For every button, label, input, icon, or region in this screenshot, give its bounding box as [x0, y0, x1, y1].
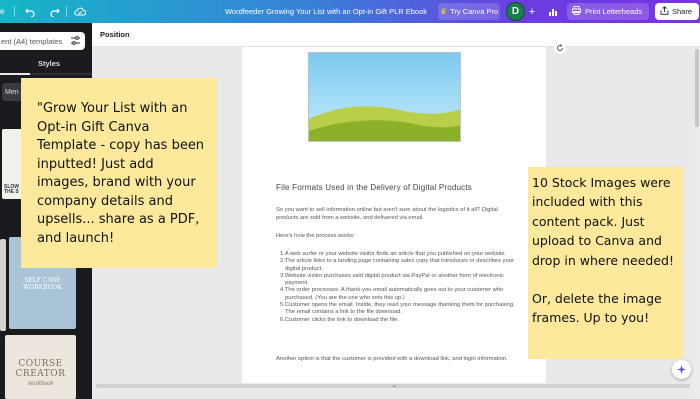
- list-item: 4.The order processes. A thank-you email…: [280, 287, 504, 301]
- image-placeholder[interactable]: [308, 52, 461, 142]
- top-bar: e Wordfeeder Growing Your List with an O…: [0, 0, 700, 23]
- share-label: Share: [672, 7, 693, 16]
- closing-paragraph: Another option is that the customer is p…: [276, 356, 508, 362]
- page-heading: File Formats Used in the Delivery of Dig…: [276, 183, 472, 192]
- cloud-sync-icon[interactable]: [74, 0, 86, 23]
- template-thumbnail-text: SELF CARE WORKBOOK: [23, 277, 62, 291]
- document-page[interactable]: File Formats Used in the Delivery of Dig…: [242, 47, 546, 383]
- template-thumbnail-text: SLOW THE S: [4, 184, 19, 195]
- template-thumbnail[interactable]: SLOW THE S: [2, 129, 22, 199]
- print-letterheads-button[interactable]: Print Letterheads: [567, 3, 649, 20]
- note-text: "Grow Your List with an Opt-in Gift Canv…: [37, 101, 205, 246]
- template-thumbnail-subtitle: workbook: [27, 381, 54, 387]
- position-button[interactable]: Position: [100, 30, 130, 39]
- intro-paragraph: So you want to sell information online b…: [276, 207, 498, 221]
- print-label: Print Letterheads: [585, 7, 643, 16]
- instruction-note-left: "Grow Your List with an Opt-in Gift Canv…: [21, 78, 217, 268]
- template-search-input[interactable]: ent (A4) templates: [0, 32, 85, 50]
- filter-icon[interactable]: [70, 35, 81, 48]
- document-title[interactable]: Wordfeeder Growing Your List with an Opt…: [195, 0, 457, 23]
- divider: [14, 6, 15, 17]
- redo-icon[interactable]: [50, 0, 60, 23]
- list-item: 6.Customer clicks the link to download t…: [280, 316, 399, 323]
- rotate-icon[interactable]: [554, 42, 566, 54]
- note-text: Or, delete the image frames. Up to you!: [532, 291, 662, 326]
- add-collaborator-icon[interactable]: +: [527, 0, 537, 23]
- chevron-up-icon[interactable]: ⌃: [392, 385, 397, 392]
- crown-icon: ♛: [439, 7, 448, 16]
- file-menu[interactable]: e: [0, 0, 8, 23]
- analytics-icon[interactable]: [544, 0, 562, 23]
- editor-toolbar: Position: [92, 23, 700, 47]
- share-icon: [660, 6, 669, 17]
- list-item: 3.Website visitor purchases said digital…: [280, 272, 504, 287]
- instruction-note-right: 10 Stock Images were included with this …: [528, 167, 683, 359]
- steps-list: 1.A web surfer or your website visitor f…: [280, 251, 520, 324]
- list-item: 5.Customer opens the email. Inside, they…: [280, 302, 515, 316]
- template-thumbnail[interactable]: [0, 239, 6, 331]
- avatar[interactable]: D: [506, 2, 525, 21]
- undo-icon[interactable]: [25, 0, 35, 23]
- note-text: 10 Stock Images were included with this …: [532, 175, 674, 268]
- try-pro-label: Try Canva Pro: [450, 7, 499, 16]
- list-item: 2.The article links to a landing page co…: [280, 258, 514, 272]
- magic-sparkle-icon[interactable]: [672, 360, 691, 379]
- vertical-scrollbar[interactable]: [694, 47, 700, 399]
- search-placeholder: ent (A4) templates: [1, 36, 63, 46]
- tab-styles[interactable]: Styles: [38, 59, 60, 68]
- share-button[interactable]: Share: [655, 3, 699, 20]
- template-thumbnail-title: COURSE CREATOR: [15, 359, 66, 379]
- list-item: 1.A web surfer or your website visitor f…: [280, 251, 507, 257]
- tab-indicator: [0, 73, 92, 75]
- divider: [66, 6, 67, 17]
- printer-icon: [572, 6, 581, 17]
- process-intro: Here's how the process works:: [276, 233, 355, 239]
- template-thumbnail[interactable]: COURSE CREATOR workbook: [5, 335, 76, 399]
- try-canva-pro-button[interactable]: ♛ Try Canva Pro: [438, 3, 500, 20]
